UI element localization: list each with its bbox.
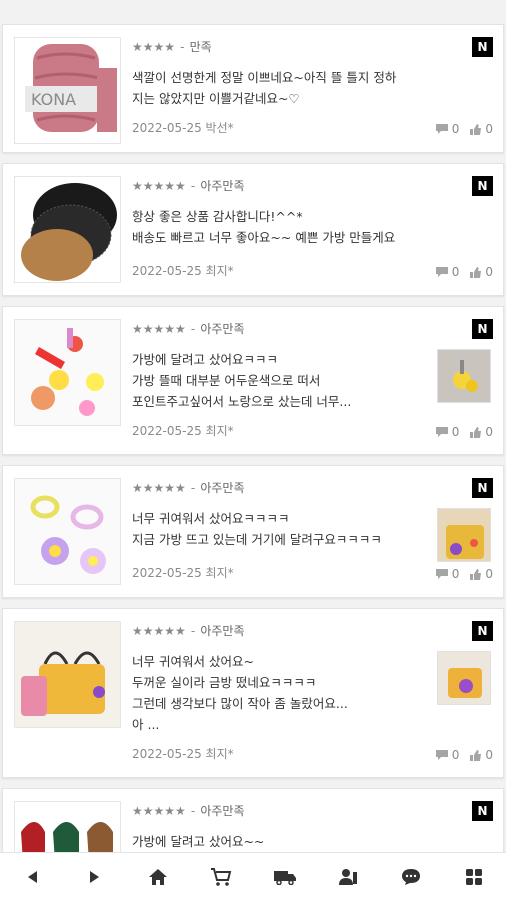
like-count[interactable]: 0 [469,425,493,439]
comment-count[interactable]: 0 [435,748,459,762]
thumbs-up-icon [470,749,482,761]
comment-count[interactable]: 0 [435,122,459,136]
home-button[interactable] [138,857,178,897]
chat-button[interactable] [391,857,431,897]
cart-button[interactable] [201,857,241,897]
comment-count[interactable]: 0 [435,265,459,279]
like-count[interactable]: 0 [469,265,493,279]
comment-icon [435,267,448,277]
rating-stars: ★★★★ [132,40,176,54]
leather-base-image [14,176,121,283]
like-count[interactable]: 0 [469,122,493,136]
comment-icon [435,569,448,579]
review-photo-thumb[interactable] [437,651,491,705]
rating-stars: ★★★★★ [132,624,186,638]
rating-stars: ★★★★★ [132,179,186,193]
bottom-navigation-bar [0,852,506,900]
mypage-button[interactable] [328,857,368,897]
new-badge: N [472,37,493,57]
review-card[interactable]: ★★★★★ - 아주만족 너무 귀여워서 샀어요~ 두꺼운 실이라 금방 떴네요… [2,608,504,778]
comment-count[interactable]: 0 [435,425,459,439]
comment-icon [435,124,448,134]
rating-grade: 아주만족 [200,804,245,818]
review-text: 너무 귀여워서 샀어요~ 두꺼운 실이라 금방 떴네요ㅋㅋㅋㅋ 그런데 생각보다… [132,654,348,732]
thumbs-up-icon [470,266,482,278]
forward-arrow-icon [89,870,99,883]
new-badge: N [472,319,493,339]
forward-button[interactable] [75,857,115,897]
thumbs-up-icon [470,568,482,580]
truck-icon [273,870,296,885]
menu-button[interactable] [454,857,494,897]
review-card[interactable]: ★★★★★ - 아주만족 너무 귀여워서 샀어요ㅋㅋㅋㅋ 지금 가방 뜨고 있는… [2,465,504,598]
flower-keyring-image [14,478,121,585]
review-date-author: 2022-05-25 최지* [132,747,234,761]
rating-grade: 아주만족 [200,179,245,193]
scarf-image [14,801,121,852]
review-text: 색깔이 선명한게 정말 이쁘네요~아직 뜰 틀지 정하 지는 않았지만 이쁠거같… [132,70,397,106]
rating-stars: ★★★★★ [132,804,186,818]
review-text: 가방에 달려고 샀어요~~ [132,834,265,849]
delivery-button[interactable] [265,857,305,897]
review-list: KONA ★★★★ - 만족 색깔이 선명한게 정말 이쁘네요~아직 뜰 틀지 … [0,14,506,852]
review-date-author: 2022-05-25 최지* [132,264,234,278]
comment-icon [435,427,448,437]
back-button[interactable] [12,857,52,897]
svg-text:KONA: KONA [31,90,76,109]
new-badge: N [472,621,493,641]
keyring-image [14,319,121,426]
review-date-author: 2022-05-25 박선* [132,121,234,135]
rating-grade: 아주만족 [200,481,245,495]
home-icon [149,868,168,885]
review-card[interactable]: ★★★★★ - 아주만족 항상 좋은 상품 감사합니다!^^* 배송도 빠르고 … [2,163,504,296]
rating-grade: 아주만족 [200,322,245,336]
chat-bubble-icon [402,868,421,885]
like-count[interactable]: 0 [469,748,493,762]
knit-bag-image [14,621,121,728]
new-badge: N [472,478,493,498]
thumbs-up-icon [470,123,482,135]
review-card[interactable]: ★★★★★ - 아주만족 가방에 달려고 샀어요~~ N [2,788,504,852]
new-badge: N [472,176,493,196]
rating-grade: 아주만족 [200,624,245,638]
rating-grade: 만족 [189,40,212,54]
review-text: 가방에 달려고 샀어요ㅋㅋㅋ 가방 뜰때 대부분 어두운색으로 떠서 포인트주고… [132,352,352,409]
review-text: 너무 귀여워서 샀어요ㅋㅋㅋㅋ 지금 가방 뜨고 있는데 거기에 달려구요ㅋㅋㅋ… [132,511,382,547]
rating-stars: ★★★★★ [132,322,186,336]
rating-stars: ★★★★★ [132,481,186,495]
back-arrow-icon [27,870,37,883]
new-badge: N [472,801,493,821]
review-photo-thumb[interactable] [437,349,491,403]
cart-icon [211,867,232,886]
review-card[interactable]: KONA ★★★★ - 만족 색깔이 선명한게 정말 이쁘네요~아직 뜰 틀지 … [2,24,504,153]
top-status-bar [0,0,506,14]
review-date-author: 2022-05-25 최지* [132,424,234,438]
like-count[interactable]: 0 [469,567,493,581]
thumbs-up-icon [470,426,482,438]
comment-count[interactable]: 0 [435,567,459,581]
review-photo-thumb[interactable] [437,508,491,562]
review-text: 항상 좋은 상품 감사합니다!^^* 배송도 빠르고 너무 좋아요~~ 예쁜 가… [132,209,396,245]
user-icon [338,868,357,885]
comment-icon [435,750,448,760]
review-date-author: 2022-05-25 최지* [132,566,234,580]
yarn-ball-image: KONA [14,37,121,144]
review-card[interactable]: ★★★★★ - 아주만족 가방에 달려고 샀어요ㅋㅋㅋ 가방 뜰때 대부분 어두… [2,306,504,455]
grid-menu-icon [466,868,483,885]
